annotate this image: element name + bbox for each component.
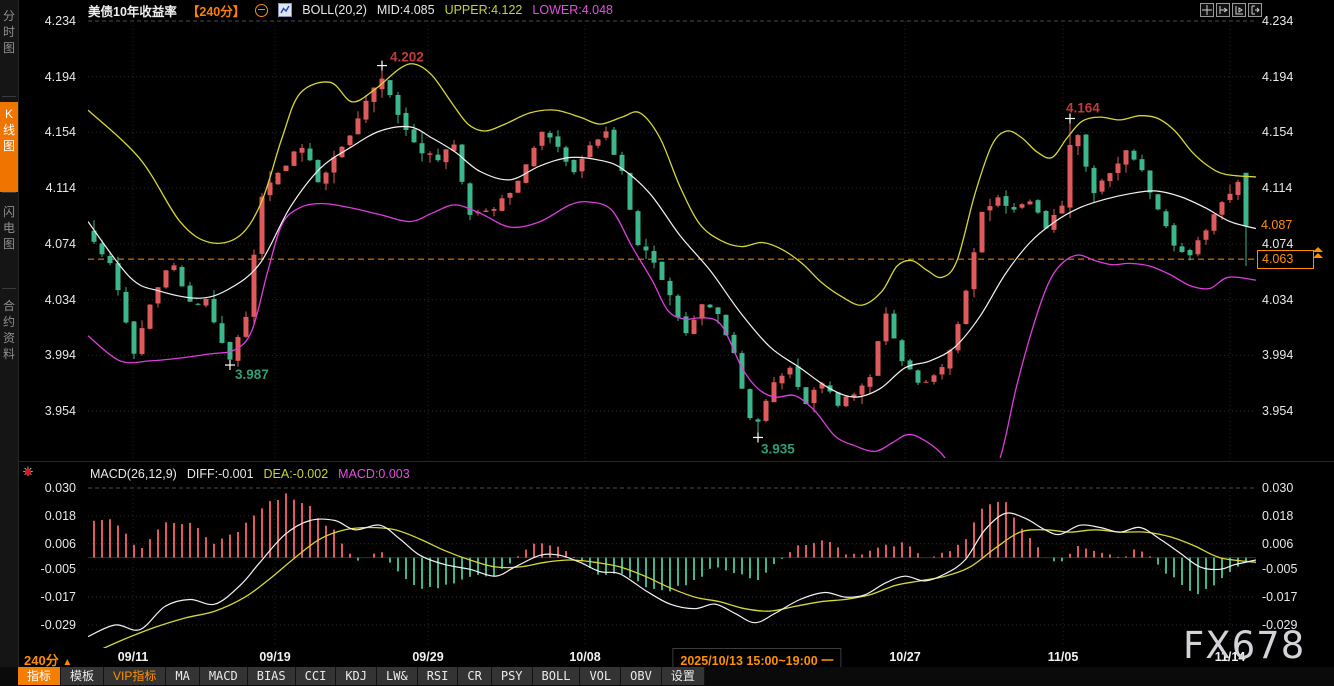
price-axis-label: 4.074 (1262, 237, 1310, 251)
boll-upper-value: UPPER:4.122 (445, 3, 523, 17)
macd-axis-label: 0.006 (1262, 537, 1310, 551)
kline-chart-app: 4.202 3.987 3.935 4.164 分时图 K线图闪电图合约资料 美债10年… (0, 0, 1334, 686)
panel-divider (18, 461, 1334, 462)
macd-axis-label: 0.018 (1262, 509, 1310, 523)
price-axis-label: 4.114 (1262, 181, 1310, 195)
indicator-toolbar: 指标模板VIP指标MAMACDBIASCCIKDJLW&RSICRPSYBOLL… (18, 667, 705, 685)
price-axis-label: 4.234 (28, 14, 76, 28)
sidebar-divider (2, 192, 16, 193)
toolbar-button-CR[interactable]: CR (458, 667, 491, 685)
zoom-out-icon[interactable] (255, 4, 268, 17)
fit-y-axis-icon[interactable] (1216, 3, 1230, 17)
price-axis-label: 4.234 (1262, 14, 1310, 28)
toolbar-button-VOL[interactable]: VOL (580, 667, 621, 685)
boll-label: BOLL(20,2) (302, 3, 367, 17)
macd-dea-value: DEA:-0.002 (264, 467, 329, 481)
toolbar-button-BIAS[interactable]: BIAS (248, 667, 296, 685)
x-tick-label: 10/08 (569, 650, 600, 664)
price-axis-label: 3.994 (1262, 348, 1310, 362)
chart-canvas[interactable]: 4.202 3.987 3.935 4.164 (0, 0, 1334, 686)
sidebar-tab-4[interactable]: 合约资料 (0, 294, 18, 408)
macd-axis-label: 0.018 (28, 509, 76, 523)
x-tick-label: 09/19 (259, 650, 290, 664)
macd-diff-value: DIFF:-0.001 (187, 467, 254, 481)
toolbar-button-KDJ[interactable]: KDJ (336, 667, 377, 685)
toolbar-button-RSI[interactable]: RSI (418, 667, 459, 685)
indicator-settings-icon[interactable]: ✳ (21, 465, 35, 479)
sidebar-tab-2[interactable]: K线图 (0, 102, 18, 192)
price-axis-label: 4.034 (1262, 293, 1310, 307)
x-axis: 240分 ▲ 2025/10/13 15:00~19:00 一 09/1109/… (0, 646, 1334, 667)
last-price-tag: 4.087 (1257, 217, 1312, 234)
svg-text:3.935: 3.935 (761, 441, 795, 456)
toolbar-button-OBV[interactable]: OBV (621, 667, 662, 685)
toolbar-button-PSY[interactable]: PSY (492, 667, 533, 685)
price-axis-label: 4.154 (28, 125, 76, 139)
macd-label: MACD(26,12,9) (90, 467, 177, 481)
toolbar-button-VIP指标[interactable]: VIP指标 (104, 667, 166, 685)
price-axis-label: 4.114 (28, 181, 76, 195)
price-axis-label: 3.994 (28, 348, 76, 362)
macd-axis-label: -0.017 (28, 590, 76, 604)
svg-text:4.202: 4.202 (390, 50, 424, 65)
macd-axis-label: -0.029 (28, 618, 76, 632)
boll-lower-value: LOWER:4.048 (532, 3, 613, 17)
svg-text:4.164: 4.164 (1066, 101, 1100, 116)
scroll-to-latest-icon[interactable] (1312, 247, 1324, 259)
macd-axis-label: -0.005 (1262, 562, 1310, 576)
toolbar-button-模板[interactable]: 模板 (61, 667, 104, 685)
toolbar-button-LW&[interactable]: LW& (377, 667, 418, 685)
boll-mid-value: MID:4.085 (377, 3, 435, 17)
sidebar-tab-3[interactable]: 闪电图 (0, 200, 18, 288)
x-tick-label: 09/29 (412, 650, 443, 664)
sidebar: 分时图 K线图闪电图合约资料 (0, 0, 19, 686)
sidebar-tab-1[interactable]: 分时图 (0, 4, 18, 96)
chart-header: 美债10年收益率 【240分】 BOLL(20,2) MID:4.085 UPP… (88, 2, 613, 18)
macd-axis-label: 0.030 (1262, 481, 1310, 495)
macd-hist-value: MACD:0.003 (338, 467, 410, 481)
toolbar-button-设置[interactable]: 设置 (662, 667, 705, 685)
instrument-title: 美债10年收益率 (88, 1, 177, 20)
sidebar-divider (2, 96, 16, 97)
toolbar-button-MACD[interactable]: MACD (200, 667, 248, 685)
price-axis-label: 4.194 (28, 70, 76, 84)
price-axis-label: 4.154 (1262, 125, 1310, 139)
sidebar-divider (2, 288, 16, 289)
toolbar-button-指标[interactable]: 指标 (18, 667, 61, 685)
macd-axis-label: 0.030 (28, 481, 76, 495)
price-axis-label: 3.954 (1262, 404, 1310, 418)
price-axis-label: 4.194 (1262, 70, 1310, 84)
x-tick-label: 11/05 (1048, 650, 1079, 664)
pan-right-icon[interactable] (1248, 3, 1262, 17)
move-tool-icon[interactable] (1200, 3, 1214, 17)
macd-axis-label: 0.006 (28, 537, 76, 551)
toolbar-button-MA[interactable]: MA (166, 667, 199, 685)
period-badge: 【240分】 (187, 1, 245, 20)
x-tick-label: 09/11 (118, 650, 149, 664)
price-axis-label: 4.074 (28, 237, 76, 251)
price-axis-label: 3.954 (28, 404, 76, 418)
fit-x-axis-icon[interactable] (1232, 3, 1246, 17)
x-tick-label: 10/27 (889, 650, 920, 664)
indicator-chart-icon[interactable] (278, 3, 292, 17)
svg-text:3.987: 3.987 (235, 367, 269, 382)
macd-header: MACD(26,12,9) DIFF:-0.001 DEA:-0.002 MAC… (90, 467, 410, 481)
chart-tools (1200, 3, 1262, 17)
toolbar-button-BOLL[interactable]: BOLL (533, 667, 581, 685)
alert-price-tag: 4.063 (1257, 250, 1314, 269)
price-axis-label: 4.034 (28, 293, 76, 307)
macd-axis-label: -0.017 (1262, 590, 1310, 604)
macd-axis-label: -0.005 (28, 562, 76, 576)
toolbar-row: 指标模板VIP指标MAMACDBIASCCIKDJLW&RSICRPSYBOLL… (0, 667, 1334, 686)
toolbar-button-CCI[interactable]: CCI (296, 667, 337, 685)
watermark: FX678 (1183, 624, 1305, 667)
